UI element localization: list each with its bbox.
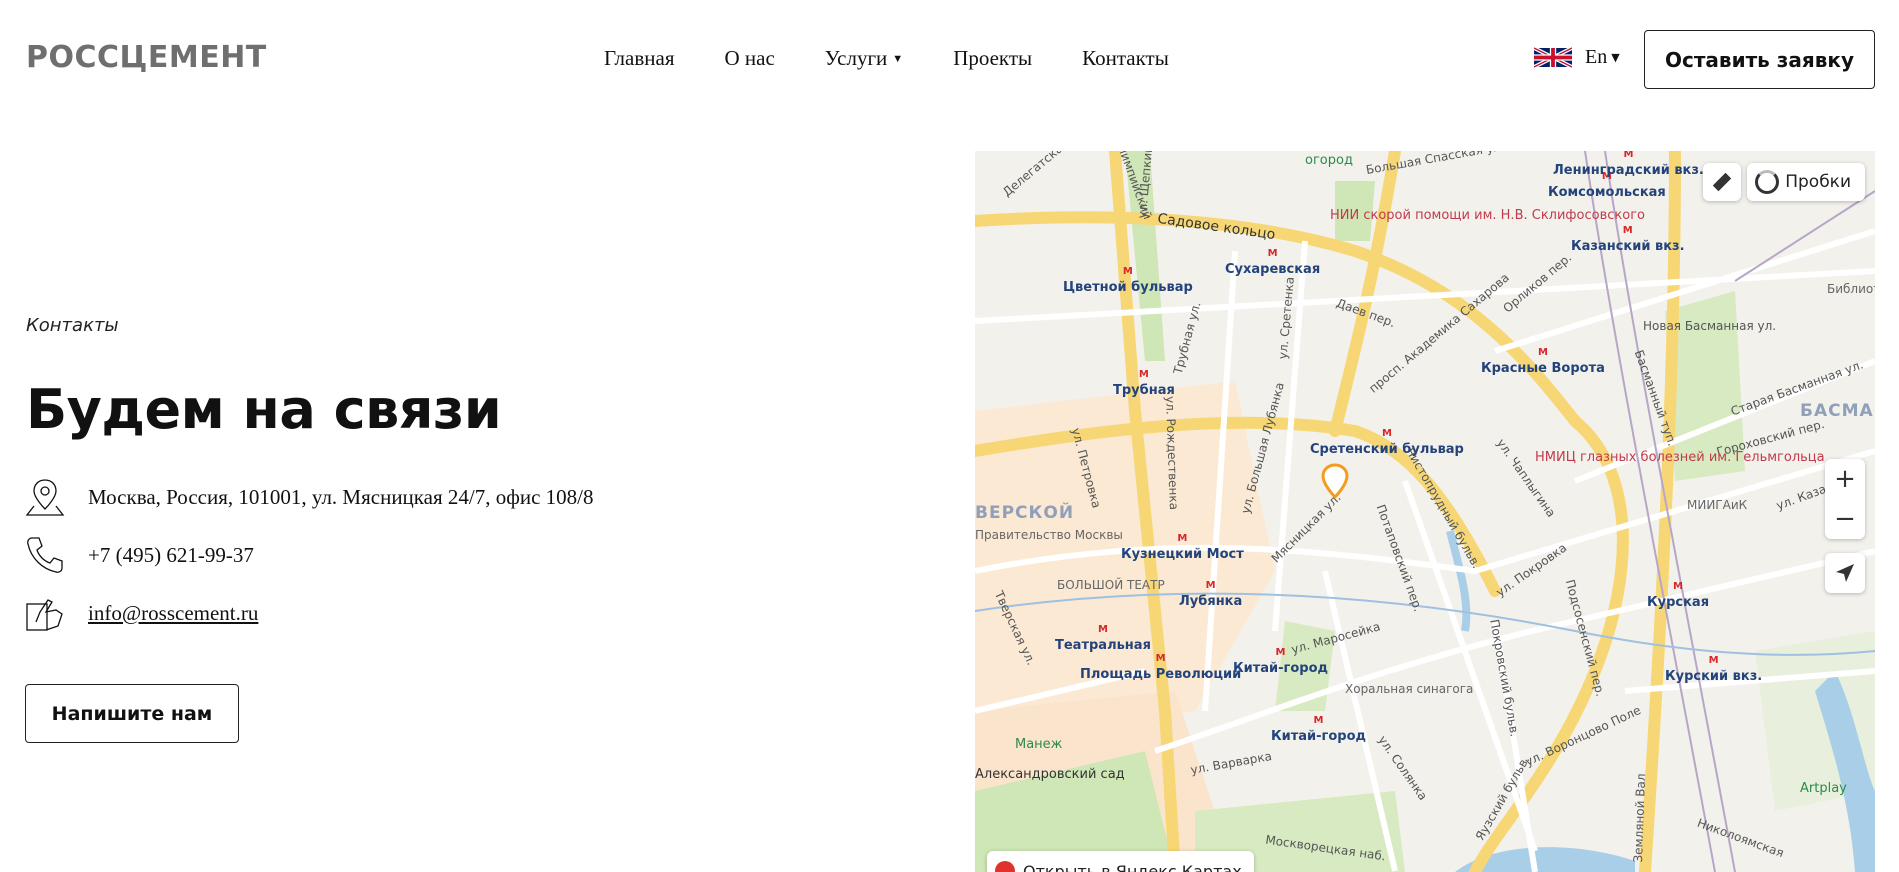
map-label-station: Ленинградский вкз. — [1553, 163, 1704, 178]
map-label-metro: Красные Ворота — [1481, 361, 1605, 376]
ruler-icon — [1713, 172, 1732, 192]
location-pin-icon — [25, 479, 65, 516]
ruler-button[interactable] — [1703, 163, 1742, 201]
map-label-poi: Библиотека им. Пушкина — [1827, 282, 1875, 296]
map-label-poi: Манеж — [1015, 737, 1063, 752]
address-text: Москва, Россия, 101001, ул. Мясницкая 24… — [88, 484, 594, 509]
map-label-metro: Комсомольская — [1548, 185, 1666, 200]
email-link[interactable]: info@rosscement.ru — [88, 601, 258, 626]
language-switcher[interactable]: En ▼ — [1534, 45, 1620, 70]
yandex-pin-icon — [995, 861, 1015, 872]
zoom-control: + − — [1825, 459, 1865, 539]
nav-item-contacts[interactable]: Контакты — [1082, 46, 1169, 71]
map-label-metro: Курская — [1647, 595, 1709, 610]
map-label-metro: Театральная — [1055, 638, 1151, 653]
email-hand-icon — [26, 599, 63, 631]
site-header: РОССЦЕМЕНТ Главная О нас Услуги ▼ Проекты… — [0, 0, 1899, 118]
yandex-map[interactable]: Сухаревская Цветной бульвар Трубная Срет… — [975, 151, 1875, 872]
map-label-street: Новая Басманная ул. — [1643, 319, 1777, 333]
page-title: Будем на связи — [26, 378, 502, 441]
traffic-button[interactable]: Пробки — [1747, 163, 1865, 201]
map-label-poi: Artplay — [1800, 781, 1847, 796]
write-us-button[interactable]: Напишите нам — [25, 684, 239, 743]
map-label-metro: Лубянка — [1179, 594, 1242, 609]
open-in-yandex-maps-button[interactable]: Открыть в Яндекс Картах — [987, 851, 1254, 872]
site-logo[interactable]: РОССЦЕМЕНТ — [26, 40, 267, 75]
breadcrumb: Контакты — [26, 315, 119, 336]
map-label-district: БАСМАН — [1800, 401, 1875, 421]
address-row: Москва, Россия, 101001, ул. Мясницкая 24… — [24, 476, 594, 518]
nav-item-projects[interactable]: Проекты — [953, 46, 1032, 71]
office-marker-icon[interactable] — [1320, 463, 1350, 505]
map-label-poi: НМИЦ глазных болезней им. Гельмгольца — [1535, 450, 1825, 465]
leave-request-button[interactable]: Оставить заявку — [1644, 30, 1875, 89]
map-label-poi: Хоральная синагога — [1345, 682, 1474, 696]
open-in-yandex-label: Открыть в Яндекс Картах — [1023, 861, 1242, 872]
uk-flag-icon — [1534, 46, 1572, 69]
nav-item-label: Главная — [604, 46, 675, 70]
phone-row: +7 (495) 621-99-37 — [24, 534, 254, 576]
nav-item-about[interactable]: О нас — [725, 46, 775, 71]
map-label-metro: Китай-город — [1271, 729, 1366, 744]
phone-text[interactable]: +7 (495) 621-99-37 — [88, 543, 254, 568]
map-label-metro: Сухаревская — [1225, 262, 1320, 277]
nav-item-label: О нас — [724, 46, 775, 70]
zoom-out-button[interactable]: − — [1825, 499, 1865, 539]
map-label-district: ВЕРСКОЙ — [975, 503, 1075, 523]
navigation-arrow-icon — [1836, 564, 1854, 582]
map-label-metro: Кузнецкий Мост — [1121, 547, 1244, 562]
geolocation-button[interactable] — [1825, 553, 1865, 593]
caret-down-icon: ▼ — [892, 52, 904, 65]
main-nav: Главная О нас Услуги ▼ Проекты Контакты — [604, 46, 1219, 71]
map-label-poi: огород — [1305, 153, 1353, 168]
map-label-metro: Площадь Революции — [1080, 667, 1241, 682]
map-label-metro: Сретенский бульвар — [1310, 442, 1464, 457]
map-label-poi: МИИГАиК — [1687, 498, 1748, 512]
map-label-poi: Александровский сад — [975, 767, 1125, 782]
nav-item-services[interactable]: Услуги ▼ — [825, 46, 903, 71]
language-label: En — [1585, 46, 1608, 68]
email-row: info@rosscement.ru — [24, 592, 258, 634]
nav-item-label: Контакты — [1082, 46, 1169, 70]
caret-down-icon: ▼ — [1611, 51, 1620, 64]
map-top-controls: Пробки — [1703, 163, 1865, 201]
map-label-poi: НИИ скорой помощи им. Н.В. Склифосовског… — [1330, 208, 1646, 223]
map-label-station: Курский вкз. — [1665, 669, 1762, 684]
map-label-poi: Правительство Москвы — [975, 528, 1123, 542]
nav-item-label: Услуги — [824, 46, 888, 70]
traffic-icon — [1755, 170, 1780, 194]
map-label-station: Казанский вкз. — [1571, 239, 1685, 254]
traffic-label: Пробки — [1785, 172, 1851, 192]
map-label-poi: БОЛЬШОЙ ТЕАТР — [1057, 578, 1165, 592]
zoom-in-button[interactable]: + — [1825, 459, 1865, 499]
map-label-metro: Цветной бульвар — [1063, 280, 1193, 295]
map-label-metro: Китай-город — [1233, 661, 1328, 676]
nav-item-label: Проекты — [953, 46, 1033, 70]
nav-item-home[interactable]: Главная — [604, 46, 675, 71]
phone-icon — [27, 537, 63, 573]
